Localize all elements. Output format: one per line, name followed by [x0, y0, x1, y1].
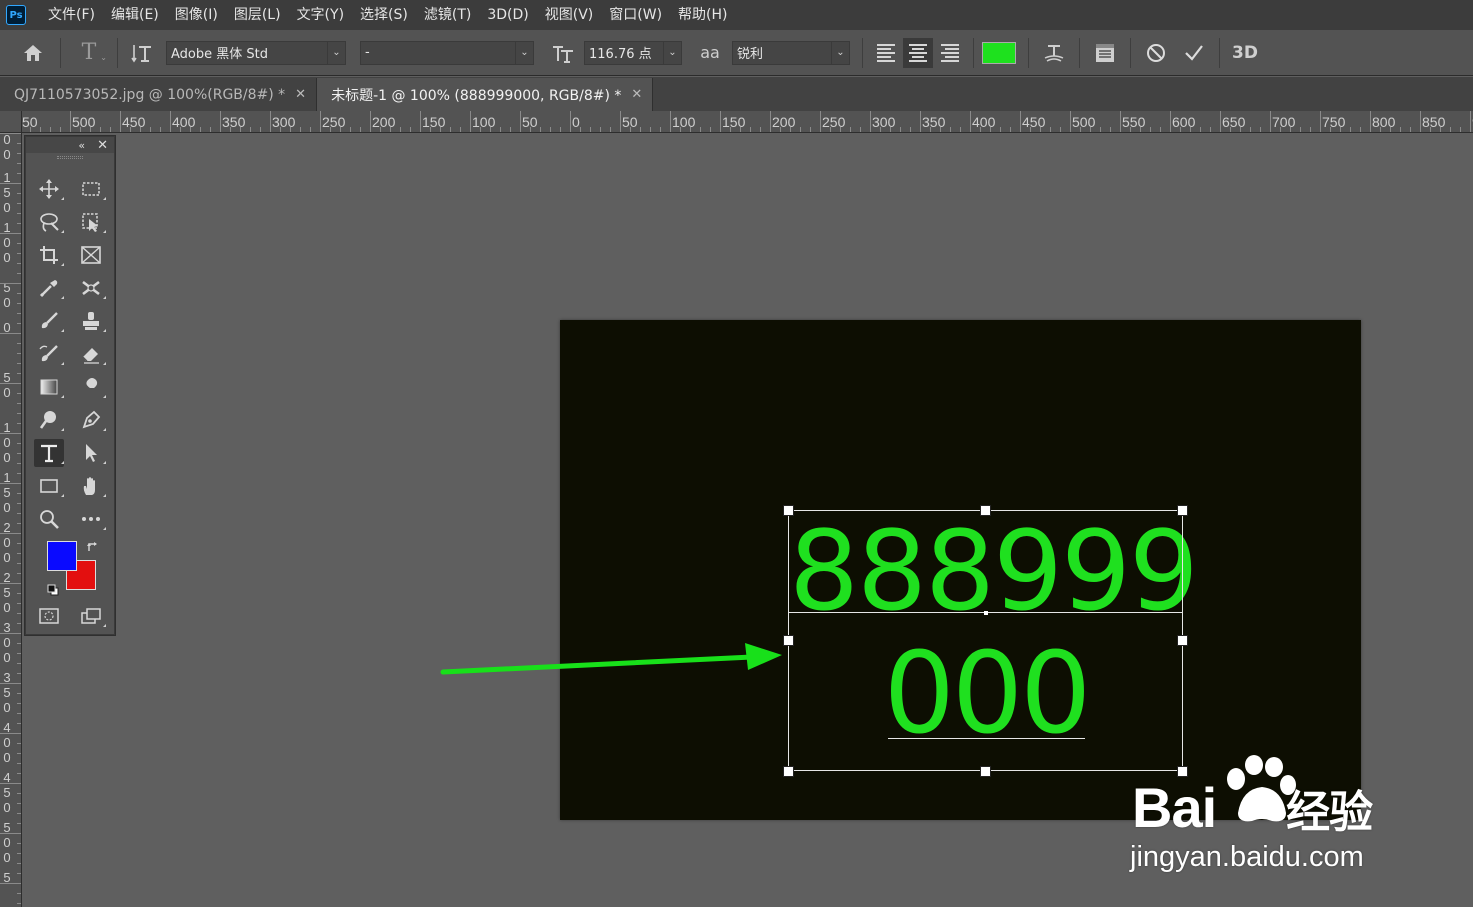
foreground-color-swatch[interactable] [47, 541, 77, 571]
annotation-arrow [440, 643, 782, 675]
photoshop-window: Ps 文件(F) 编辑(E) 图像(I) 图层(L) 文字(Y) 选择(S) 滤镜(T) 3D… [0, 0, 1473, 907]
